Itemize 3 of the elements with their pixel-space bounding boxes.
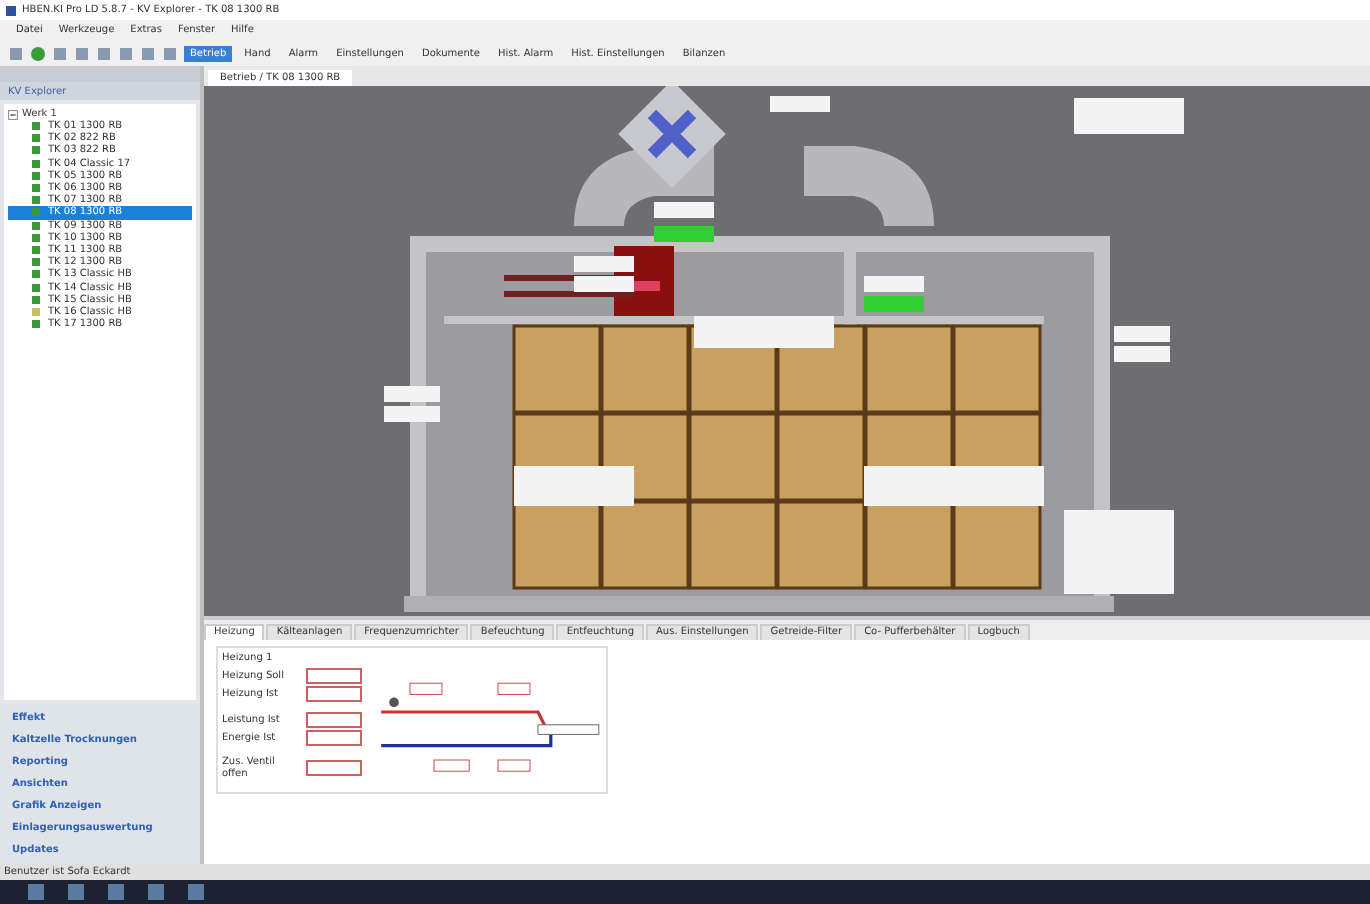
expander-icon[interactable]	[8, 109, 18, 119]
value-field	[306, 760, 362, 776]
app-icon	[6, 5, 16, 15]
